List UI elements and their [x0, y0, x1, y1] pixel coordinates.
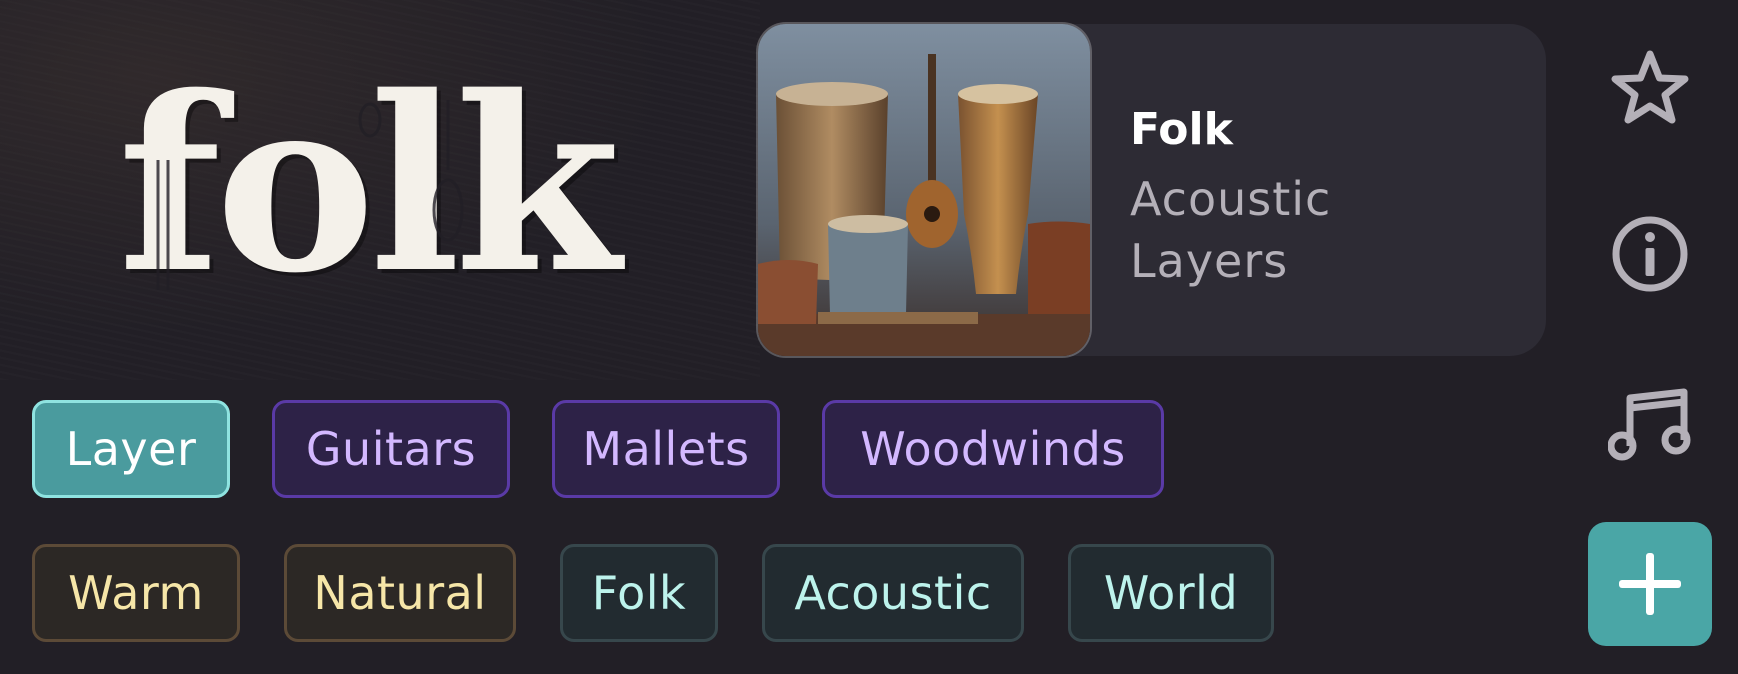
preset-subtitle-line1: Acoustic [1130, 172, 1332, 226]
preset-title: Folk [1130, 104, 1233, 155]
logo-ornaments [156, 100, 464, 290]
folk-logo: folk [118, 40, 638, 330]
tag-acoustic[interactable]: Acoustic [762, 544, 1024, 642]
tag-folk[interactable]: Folk [560, 544, 718, 642]
tag-natural[interactable]: Natural [284, 544, 516, 642]
tag-layer[interactable]: Layer [32, 400, 230, 498]
tag-woodwinds[interactable]: Woodwinds [822, 400, 1164, 498]
preset-subtitle-line2: Layers [1130, 234, 1289, 288]
preset-subtitle: Acoustic Layers [1130, 168, 1490, 292]
tag-guitars[interactable]: Guitars [272, 400, 510, 498]
music-note-icon[interactable] [1606, 380, 1694, 468]
tag-mallets[interactable]: Mallets [552, 400, 780, 498]
tag-warm[interactable]: Warm [32, 544, 240, 642]
plus-icon [1619, 553, 1681, 615]
preset-cover-image [758, 24, 1090, 356]
tag-world[interactable]: World [1068, 544, 1274, 642]
add-button[interactable] [1588, 522, 1712, 646]
star-icon[interactable] [1606, 44, 1694, 132]
info-icon[interactable] [1606, 210, 1694, 298]
